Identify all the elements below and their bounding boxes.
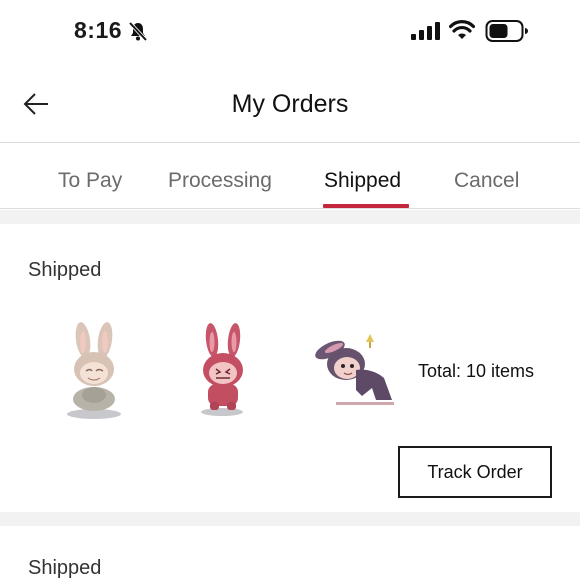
signal-icon [411, 22, 440, 40]
order-card[interactable]: Shipped [0, 224, 580, 512]
order-total-items: Total: 10 items [418, 361, 535, 381]
order-status-label: Shipped [28, 259, 102, 281]
section-divider [0, 210, 580, 224]
battery-icon [485, 20, 528, 42]
active-tab-indicator [323, 204, 409, 208]
order-card[interactable]: Shipped [0, 526, 580, 580]
product-image-pink-figure[interactable] [176, 320, 272, 430]
tab-processing[interactable]: Processing [168, 169, 272, 193]
tab-cancel[interactable]: Cancel [454, 169, 519, 193]
section-divider [0, 512, 580, 526]
tab-to-pay[interactable]: To Pay [58, 169, 122, 193]
header: My Orders [0, 62, 580, 143]
product-image-beige-figure[interactable] [46, 320, 142, 430]
status-bar: 8:16 [0, 0, 580, 62]
track-order-button[interactable]: Track Order [398, 446, 552, 498]
page-title: My Orders [231, 90, 349, 118]
product-image-purple-figure[interactable] [306, 320, 402, 430]
order-tabs: To Pay Processing Shipped Cancel [0, 143, 580, 209]
wifi-icon [449, 20, 475, 39]
tab-shipped[interactable]: Shipped [324, 169, 401, 193]
status-time: 8:16 [74, 17, 123, 43]
bell-slash-icon [128, 21, 148, 42]
order-status-label: Shipped [28, 557, 102, 579]
